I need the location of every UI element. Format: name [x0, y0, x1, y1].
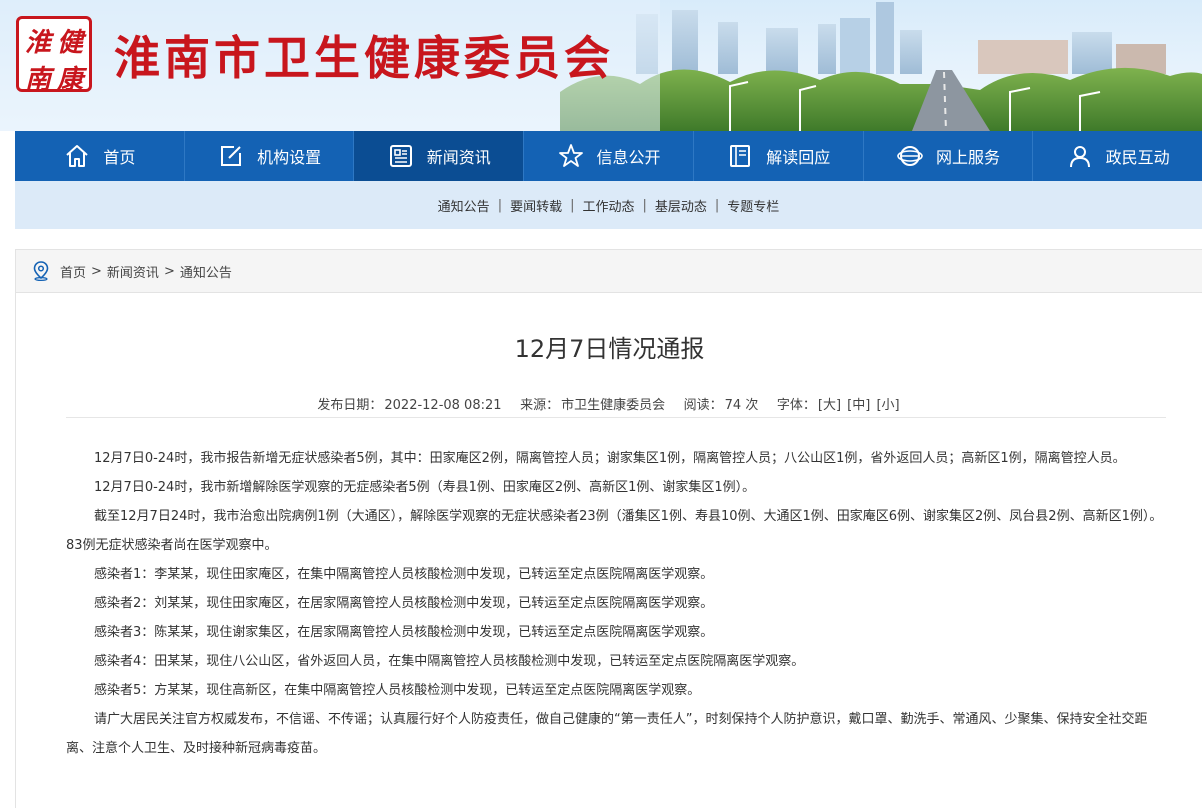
- views-label: 阅读：: [683, 398, 723, 413]
- seal-char: 南: [24, 65, 51, 95]
- article-paragraph: 请广大居民关注官方权威发布，不信谣、不传谣；认真履行好个人防疫责任，做自己健康的…: [66, 712, 1148, 756]
- newspaper-icon: [387, 142, 415, 170]
- font-size-medium-button[interactable]: [中]: [847, 398, 870, 413]
- article-paragraph: 12月7日0-24时，我市新增解除医学观察的无症感染者5例（寿县1例、田家庵区2…: [94, 480, 756, 495]
- font-size-label: 字体：: [776, 398, 816, 413]
- article: 12月7日情况通报 发布日期： 2022-12-08 08:21 来源： 市卫生健康…: [15, 293, 1202, 808]
- source: 市卫生健康委员会: [561, 398, 666, 413]
- font-size-small-button[interactable]: [小]: [876, 398, 899, 413]
- nav-item-label: 首页: [103, 148, 136, 167]
- subnav-special-topics[interactable]: 专题专栏: [719, 196, 787, 215]
- seal-char: 康: [56, 65, 83, 95]
- publish-date: 2022-12-08 08:21: [384, 398, 502, 413]
- home-icon: [63, 142, 91, 170]
- main-nav: 首页 机构设置 新闻资讯 信息公开 解读回应 网上服务 政民互动: [15, 131, 1202, 181]
- nav-item-online-service[interactable]: 网上服务: [864, 131, 1034, 181]
- nav-item-interpretation[interactable]: 解读回应: [694, 131, 864, 181]
- article-paragraph: 截至12月7日24时，我市治愈出院病例1例（大通区），解除医学观察的无症状感染者…: [66, 509, 1163, 553]
- article-paragraph: 感染者1：李某某，现住田家庵区，在集中隔离管控人员核酸检测中发现，已转运至定点医…: [94, 567, 714, 582]
- site-logo-seal[interactable]: 淮 健 南 康: [16, 16, 92, 95]
- seal-char: 淮: [24, 28, 51, 58]
- sub-nav: 通知公告 | 要闻转载 | 工作动态 | 基层动态 | 专题专栏: [15, 181, 1202, 229]
- header-banner: 淮 健 南 康 淮南市卫生健康委员会: [0, 0, 1202, 131]
- nav-item-home[interactable]: 首页: [15, 131, 185, 181]
- nav-item-label: 信息公开: [596, 148, 661, 167]
- nav-item-label: 新闻资讯: [426, 148, 491, 167]
- nav-item-label: 网上服务: [935, 148, 1000, 167]
- font-size-large-button[interactable]: [大]: [818, 398, 841, 413]
- breadcrumb-separator: >: [163, 263, 175, 279]
- site-title[interactable]: 淮南市卫生健康委员会: [114, 22, 614, 88]
- publish-date-label: 发布日期：: [317, 398, 383, 413]
- subnav-headlines[interactable]: 要闻转载: [502, 196, 570, 215]
- breadcrumb-news[interactable]: 新闻资讯: [107, 262, 159, 281]
- breadcrumb-home[interactable]: 首页: [60, 262, 86, 281]
- article-meta: 发布日期： 2022-12-08 08:21 来源： 市卫生健康委员会 阅读： 74 …: [16, 394, 1202, 413]
- nav-item-info-disclosure[interactable]: 信息公开: [524, 131, 694, 181]
- location-pin-icon: [33, 261, 49, 281]
- breadcrumb-notices[interactable]: 通知公告: [180, 262, 232, 281]
- divider: [66, 417, 1166, 418]
- seal-char: 健: [56, 28, 83, 58]
- subnav-work-news[interactable]: 工作动态: [574, 196, 642, 215]
- edit-icon: [217, 142, 245, 170]
- globe-icon: [896, 142, 924, 170]
- nav-item-label: 解读回应: [766, 148, 831, 167]
- views-count: 74 次: [724, 398, 759, 413]
- book-icon: [726, 142, 754, 170]
- nav-item-news[interactable]: 新闻资讯: [354, 131, 525, 181]
- article-body: 12月7日0-24时，我市报告新增无症状感染者5例，其中：田家庵区2例，隔离管控…: [66, 444, 1166, 763]
- user-icon: [1066, 142, 1094, 170]
- subnav-grassroots-news[interactable]: 基层动态: [647, 196, 715, 215]
- article-paragraph: 感染者3：陈某某，现住谢家集区，在居家隔离管控人员核酸检测中发现，已转运至定点医…: [94, 625, 714, 640]
- article-paragraph: 12月7日0-24时，我市报告新增无症状感染者5例，其中：田家庵区2例，隔离管控…: [94, 451, 1126, 466]
- article-paragraph: 感染者4：田某某，现住八公山区，省外返回人员，在集中隔离管控人员核酸检测中发现，…: [94, 654, 805, 669]
- nav-item-label: 政民互动: [1105, 148, 1170, 167]
- breadcrumb-separator: >: [91, 263, 102, 279]
- subnav-notices[interactable]: 通知公告: [430, 196, 498, 215]
- nav-item-organization[interactable]: 机构设置: [185, 131, 355, 181]
- nav-item-label: 机构设置: [257, 148, 322, 167]
- star-icon: [557, 142, 585, 170]
- source-label: 来源：: [520, 398, 560, 413]
- article-paragraph: 感染者5：方某某，现住高新区，在集中隔离管控人员核酸检测中发现，已转运至定点医院…: [94, 683, 701, 698]
- breadcrumb: 首页 > 新闻资讯 > 通知公告: [15, 249, 1202, 293]
- nav-item-interaction[interactable]: 政民互动: [1033, 131, 1202, 181]
- article-paragraph: 感染者2：刘某某，现住田家庵区，在居家隔离管控人员核酸检测中发现，已转运至定点医…: [94, 596, 714, 611]
- article-title: 12月7日情况通报: [514, 335, 705, 363]
